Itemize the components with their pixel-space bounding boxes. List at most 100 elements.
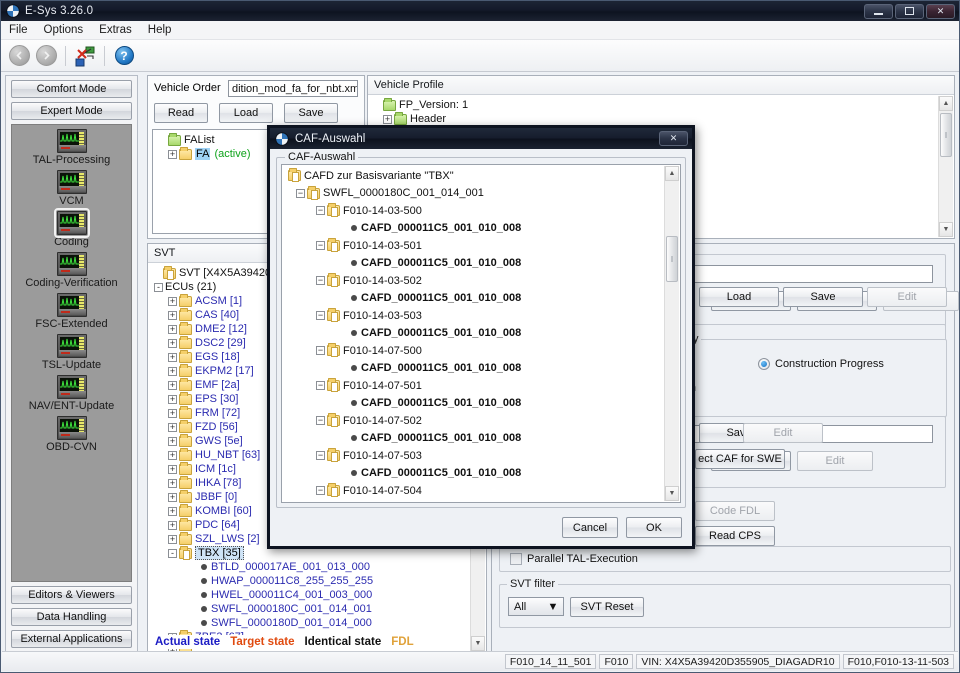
- expander-plus-icon[interactable]: +: [168, 478, 177, 488]
- expander-plus-icon[interactable]: +: [168, 520, 177, 530]
- load-button[interactable]: Load: [699, 287, 779, 307]
- menu-extras[interactable]: Extras: [91, 22, 140, 38]
- sidebar-item-coding-verification[interactable]: Coding-Verification: [12, 252, 131, 289]
- ok-button[interactable]: OK: [626, 517, 682, 538]
- cancel-button[interactable]: Cancel: [562, 517, 618, 538]
- maximize-button[interactable]: [895, 3, 924, 19]
- vehicle-profile-scrollbar[interactable]: ▲ ▼: [938, 96, 953, 237]
- back-button[interactable]: [7, 44, 31, 68]
- scroll-down-arrow[interactable]: ▼: [665, 486, 679, 501]
- vo-load-button[interactable]: Load: [219, 103, 273, 123]
- expander-minus-icon[interactable]: −: [316, 206, 325, 216]
- radio-construction-progress[interactable]: Construction Progress: [758, 358, 884, 370]
- external-applications-button[interactable]: External Applications: [11, 630, 132, 648]
- editors-viewers-button[interactable]: Editors & Viewers: [11, 586, 132, 604]
- caf-group-row[interactable]: − F010-14-07-500: [282, 342, 664, 360]
- cafd-row[interactable]: CAFD_000011C5_001_010_008: [282, 430, 664, 448]
- expander-plus-icon[interactable]: +: [168, 296, 177, 306]
- data-handling-button[interactable]: Data Handling: [11, 608, 132, 626]
- caf-group-row[interactable]: − F010-14-03-501: [282, 237, 664, 255]
- expander-plus-icon[interactable]: +: [168, 149, 177, 159]
- expander-plus-icon[interactable]: +: [168, 436, 177, 446]
- caf-tree-scrollbar[interactable]: ▲ ▼: [664, 166, 679, 501]
- cafd-row[interactable]: CAFD_000011C5_001_010_008: [282, 220, 664, 238]
- expander-plus-icon[interactable]: +: [168, 352, 177, 362]
- help-button[interactable]: ?: [112, 44, 136, 68]
- expander-minus-icon[interactable]: -: [154, 282, 163, 292]
- sidebar-item-coding[interactable]: Coding: [12, 208, 131, 248]
- expander-plus-icon[interactable]: +: [168, 506, 177, 516]
- cafd-row[interactable]: CAFD_000011C5_001_010_008: [282, 360, 664, 378]
- expander-minus-icon[interactable]: −: [316, 416, 325, 426]
- scroll-down-arrow[interactable]: ▼: [939, 222, 953, 237]
- detect-caf-for-swe-button[interactable]: ect CAF for SWE: [695, 449, 785, 469]
- expander-plus-icon[interactable]: +: [168, 464, 177, 474]
- scroll-thumb[interactable]: [666, 236, 678, 282]
- tree-row-header[interactable]: + Header: [372, 111, 952, 126]
- expander-plus-icon[interactable]: +: [168, 450, 177, 460]
- cafd-row[interactable]: CAFD_000011C5_001_010_008: [282, 395, 664, 413]
- vo-save-button[interactable]: Save: [284, 103, 338, 123]
- expander-minus-icon[interactable]: −: [316, 276, 325, 286]
- caf-root-row[interactable]: CAFD zur Basisvariante "TBX": [282, 167, 664, 185]
- tree-row-fpversion[interactable]: FP_Version: 1: [372, 97, 952, 112]
- expander-minus-icon[interactable]: -: [168, 548, 177, 558]
- expander-minus-icon[interactable]: −: [296, 188, 305, 198]
- menu-help[interactable]: Help: [140, 22, 180, 38]
- expert-mode-button[interactable]: Expert Mode: [11, 102, 132, 120]
- expander-plus-icon[interactable]: +: [168, 380, 177, 390]
- caf-group-row[interactable]: − F010-14-07-502: [282, 412, 664, 430]
- cafd-row[interactable]: CAFD_000011C5_001_010_008: [282, 500, 664, 503]
- svt-ecu-child-row[interactable]: BTLD_000017AE_001_013_000: [152, 560, 484, 574]
- comfort-mode-button[interactable]: Comfort Mode: [11, 80, 132, 98]
- expander-minus-icon[interactable]: −: [316, 486, 325, 496]
- close-button[interactable]: ✕: [926, 3, 955, 19]
- cafd-row[interactable]: CAFD_000011C5_001_010_008: [282, 290, 664, 308]
- caf-group-row[interactable]: − F010-14-07-503: [282, 447, 664, 465]
- scroll-thumb[interactable]: [940, 113, 952, 157]
- menu-options[interactable]: Options: [36, 22, 92, 38]
- menu-file[interactable]: File: [1, 22, 36, 38]
- sidebar-item-vcm[interactable]: VCM: [12, 170, 131, 207]
- cafd-row[interactable]: CAFD_000011C5_001_010_008: [282, 255, 664, 273]
- sidebar-item-fsc-extended[interactable]: FSC-Extended: [12, 293, 131, 330]
- expander-plus-icon[interactable]: +: [168, 408, 177, 418]
- vo-read-button[interactable]: Read: [154, 103, 208, 123]
- svt-ecu-child-row[interactable]: SWFL_0000180C_001_014_001: [152, 602, 484, 616]
- expander-plus-icon[interactable]: +: [168, 492, 177, 502]
- forward-button[interactable]: [34, 44, 58, 68]
- read-cps-button[interactable]: Read CPS: [695, 526, 775, 546]
- cafd-row[interactable]: CAFD_000011C5_001_010_008: [282, 465, 664, 483]
- caf-swfl-row[interactable]: − SWFL_0000180C_001_014_001: [282, 185, 664, 203]
- caf-group-row[interactable]: − F010-14-03-503: [282, 307, 664, 325]
- scroll-up-arrow[interactable]: ▲: [939, 96, 953, 111]
- expander-plus-icon[interactable]: +: [168, 310, 177, 320]
- expander-plus-icon[interactable]: +: [168, 366, 177, 376]
- caf-group-row[interactable]: − F010-14-07-504: [282, 482, 664, 500]
- sidebar-item-tal-processing[interactable]: TAL-Processing: [12, 129, 131, 166]
- expander-plus-icon[interactable]: +: [168, 394, 177, 404]
- expander-minus-icon[interactable]: −: [316, 311, 325, 321]
- caf-group-row[interactable]: − F010-14-07-501: [282, 377, 664, 395]
- svt-ecu-child-row[interactable]: SWFL_0000180D_001_014_000: [152, 616, 484, 630]
- expander-minus-icon[interactable]: −: [316, 451, 325, 461]
- dialog-close-button[interactable]: ✕: [659, 131, 688, 146]
- expander-minus-icon[interactable]: −: [316, 241, 325, 251]
- sidebar-item-tsl-update[interactable]: TSL-Update: [12, 334, 131, 371]
- minimize-button[interactable]: [864, 3, 893, 19]
- caf-tree[interactable]: CAFD zur Basisvariante "TBX" − SWFL_000018…: [281, 164, 681, 503]
- parallel-tal-checkbox[interactable]: Parallel TAL-Execution: [510, 553, 638, 565]
- expander-plus-icon[interactable]: +: [168, 338, 177, 348]
- scroll-down-arrow[interactable]: ▼: [471, 636, 485, 651]
- cafd-row[interactable]: CAFD_000011C5_001_010_008: [282, 325, 664, 343]
- expander-plus-icon[interactable]: +: [168, 534, 177, 544]
- expander-minus-icon[interactable]: −: [316, 346, 325, 356]
- vehicle-order-file-field[interactable]: dition_mod_fa_for_nbt.xml: [228, 80, 358, 97]
- svt-reset-button[interactable]: SVT Reset: [570, 597, 644, 617]
- svt-filter-combo[interactable]: All ▼: [508, 597, 564, 616]
- expander-plus-icon[interactable]: +: [383, 114, 392, 124]
- sidebar-item-nav-ent-update[interactable]: NAV/ENT-Update: [12, 375, 131, 412]
- svt-ecu-child-row[interactable]: HWEL_000011C4_001_003_000: [152, 588, 484, 602]
- expander-minus-icon[interactable]: −: [316, 381, 325, 391]
- caf-group-row[interactable]: − F010-14-03-502: [282, 272, 664, 290]
